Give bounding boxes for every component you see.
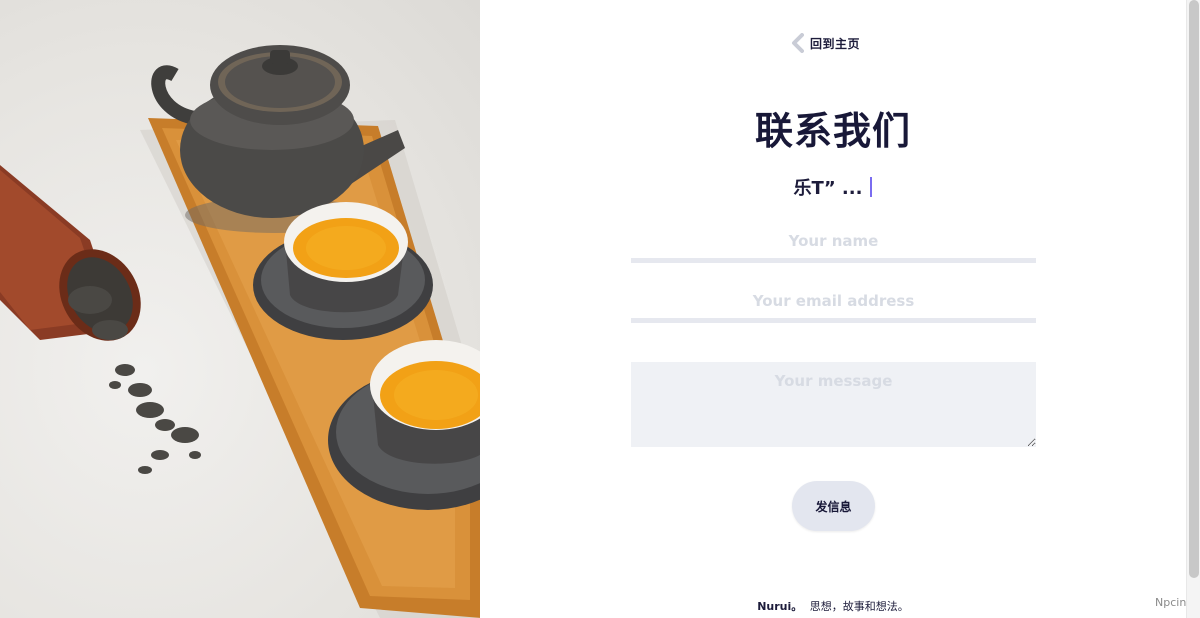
scrollbar[interactable] xyxy=(1186,0,1200,618)
typing-caret xyxy=(870,177,873,197)
tea-canister xyxy=(0,165,141,341)
footer: Nurui。 思想，故事和想法。 xyxy=(480,598,1186,614)
tea-illustration xyxy=(0,45,480,618)
page-title: 联系我们 xyxy=(754,109,911,153)
email-field[interactable] xyxy=(631,283,1036,323)
contact-panel: 回到主页 联系我们 乐T” ... 发信息 Nurui。 思想，故事和想法。 xyxy=(480,0,1186,618)
name-field[interactable] xyxy=(631,223,1036,263)
typing-text: 乐T” ... xyxy=(480,174,1186,200)
back-home-link[interactable]: 回到主页 xyxy=(790,33,860,53)
typing-text-value: 乐T” ... xyxy=(793,178,863,199)
tea-photo xyxy=(0,0,480,618)
scrollbar-thumb[interactable] xyxy=(1189,0,1199,578)
send-button[interactable]: 发信息 xyxy=(792,481,875,531)
back-home-label: 回到主页 xyxy=(810,36,861,51)
chevron-left-icon xyxy=(792,33,804,53)
footer-tagline: 思想，故事和想法。 xyxy=(809,600,909,613)
footer-brand: Nurui。 xyxy=(757,600,803,613)
message-field[interactable] xyxy=(631,362,1036,447)
